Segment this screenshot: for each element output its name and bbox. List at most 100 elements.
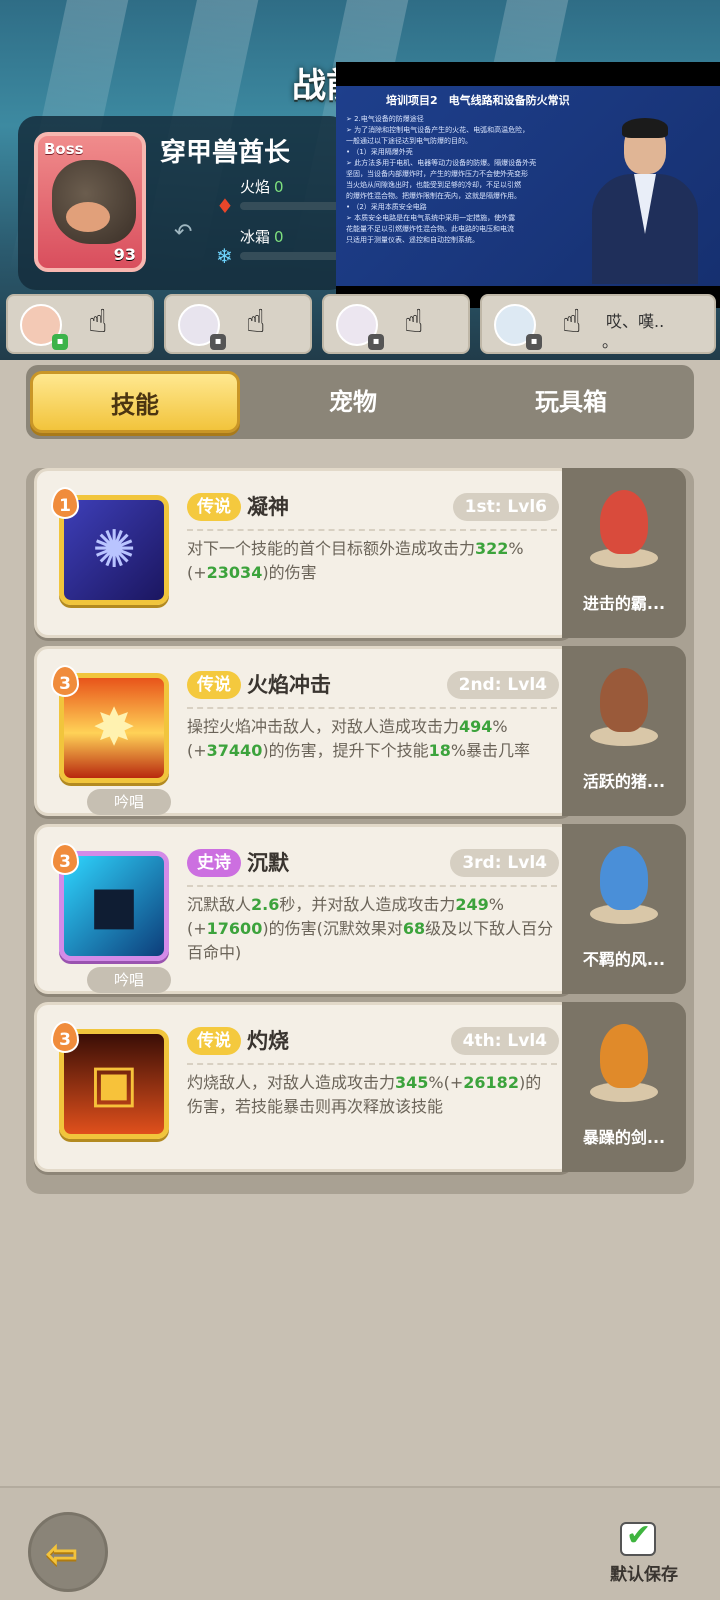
tap-hand-icon: ☝ [404, 302, 424, 340]
skill-description: 操控火焰冲击敌人，对敌人造成攻击力494%(+37440)的伤害，提升下个技能1… [187, 707, 557, 763]
rarity-badge: 传说 [187, 493, 241, 521]
rarity-badge: 史诗 [187, 849, 241, 877]
tab-strip: 技能 宠物 玩具箱 [26, 365, 694, 439]
skill-description: 沉默敌人2.6秒，并对敌人造成攻击力249%(+17600)的伤害(沉默效果对6… [187, 885, 557, 965]
refresh-arrow-icon: ↶ [174, 220, 193, 245]
chat-icon: ▪ [526, 334, 542, 350]
chat-icon: ▪ [210, 334, 226, 350]
video-line: 只适用于测量仪表、遥控和自动控制系统。 [346, 236, 479, 244]
skill-row-2: ✸ 3 吟唱 传说 火焰冲击 2nd: Lvl4 操控火焰冲击敌人，对敌人造成攻… [34, 646, 686, 816]
pet-name: 暴躁的剑... [582, 1128, 666, 1147]
video-title: 培训项目2 电气线路和设备防火常识 [386, 94, 570, 107]
pet-figure [586, 842, 662, 926]
fire-value: 0 [274, 178, 284, 196]
skill-level: 2nd: Lvl4 [446, 671, 559, 699]
rarity-badge: 传说 [187, 671, 241, 699]
skill-name: 火焰冲击 [247, 673, 331, 697]
video-line: 的爆炸性混合物。把爆炸限制在壳内，这就是隔爆作用。 [346, 192, 521, 200]
frost-bar [240, 252, 340, 260]
skill-level: 1st: Lvl6 [452, 493, 559, 521]
back-arrow-icon: ⇦ [45, 1531, 79, 1577]
boss-name: 穿甲兽酋长 [160, 138, 291, 168]
video-line: ➢ 为了消除和控制电气设备产生的火花、电弧和高温危险， [346, 126, 530, 134]
speech-text-2: 。 [602, 332, 619, 351]
presenter-figure [586, 118, 702, 284]
boss-portrait [52, 160, 136, 244]
team-slot-2[interactable]: ▪ ☝ [164, 294, 312, 354]
team-slot-3[interactable]: ▪ ☝ [322, 294, 470, 354]
skill-level: 3rd: Lvl4 [450, 849, 559, 877]
skill-level: 4th: Lvl4 [450, 1027, 559, 1055]
pet-name: 活跃的猪... [582, 772, 666, 791]
pet-slot[interactable]: 进击的霸... [562, 468, 686, 638]
pet-figure [586, 664, 662, 748]
video-line: ➢ 此方法多用于电机、电器等动力设备的防爆。隔爆设备外壳 [346, 159, 537, 167]
fire-label: 火焰 [240, 178, 271, 196]
chat-icon: ▪ [52, 334, 68, 350]
rarity-badge: 传说 [187, 1027, 241, 1055]
boss-badge: Boss [44, 140, 84, 158]
chat-icon: ▪ [368, 334, 384, 350]
default-save-checkbox[interactable]: ✔ [620, 1518, 656, 1556]
skill-name: 沉默 [247, 851, 289, 875]
team-row: ▪ ☝ ▪ ☝ ▪ ☝ ▪ ☝ 哎、嘆.. 。 [0, 288, 720, 354]
team-slot-1[interactable]: ▪ ☝ [6, 294, 154, 354]
team-slot-4[interactable]: ▪ ☝ 哎、嘆.. 。 [480, 294, 716, 354]
slot-number: 3 [51, 843, 79, 875]
back-button[interactable]: ⇦ [28, 1512, 108, 1592]
video-line: 当火焰从间隙逸出时，也能受到足够的冷却，不足以引燃 [346, 181, 521, 189]
skill-card[interactable]: ▣ 3 传说 灼烧 4th: Lvl4 灼烧敌人，对敌人造成攻击力345%(+2… [34, 1002, 574, 1172]
video-lines: ➢ 2.电气设备的防爆途径 ➢ 为了消除和控制电气设备产生的火花、电弧和高温危险，… [346, 114, 576, 246]
skill-row-1: ✺ 1 传说 凝神 1st: Lvl6 对下一个技能的首个目标额外造成攻击力32… [34, 468, 686, 638]
video-screen: 培训项目2 电气线路和设备防火常识 ➢ 2.电气设备的防爆途径 ➢ 为了消除和控制… [336, 86, 720, 286]
fire-icon: ♦ [216, 194, 234, 218]
slot-number: 3 [51, 665, 79, 697]
video-line: • （2）采用本质安全电路 [346, 203, 427, 211]
fire-bar [240, 202, 340, 210]
frost-label: 冰霜 [240, 228, 271, 246]
video-line: ➢ 2.电气设备的防爆途径 [346, 115, 424, 123]
default-save-label: 默认保存 [610, 1565, 678, 1585]
tap-hand-icon: ☝ [88, 302, 108, 340]
chant-tag: 吟唱 [87, 967, 171, 993]
boss-level: 93 [113, 245, 136, 264]
skill-row-3: ■ 3 吟唱 史诗 沉默 3rd: Lvl4 沉默敌人2.6秒，并对敌人造成攻击… [34, 824, 686, 994]
skill-name: 凝神 [247, 495, 289, 519]
skill-description: 灼烧敌人，对敌人造成攻击力345%(+26182)的伤害，若技能暴击则再次释放该… [187, 1063, 557, 1119]
pet-slot[interactable]: 活跃的猪... [562, 646, 686, 816]
boss-panel[interactable]: Boss 93 穿甲兽酋长 ↶ ♦ 火焰 0 ❄ 冰霜 0 [18, 116, 348, 290]
tab-toybox[interactable]: 玩具箱 [466, 371, 676, 433]
video-line: • （1）采用隔爆外壳 [346, 148, 413, 156]
pet-slot[interactable]: 不羁的风... [562, 824, 686, 994]
pet-name: 进击的霸... [582, 594, 666, 613]
frost-value: 0 [274, 228, 284, 246]
video-line: 坚固，当设备内部爆炸时，产生的爆炸压力不会使外壳变形 [346, 170, 528, 178]
tab-pets[interactable]: 宠物 [248, 371, 458, 433]
video-line: 一般通过以下途径达到电气防爆的目的。 [346, 137, 472, 145]
boss-card[interactable]: Boss 93 [34, 132, 146, 272]
video-line: ➢ 本质安全电路是在电气系统中采用一定措施，使外露 [346, 214, 516, 222]
skill-description: 对下一个技能的首个目标额外造成攻击力322%(+23034)的伤害 [187, 529, 557, 585]
skill-card[interactable]: ■ 3 吟唱 史诗 沉默 3rd: Lvl4 沉默敌人2.6秒，并对敌人造成攻击… [34, 824, 574, 994]
skill-card[interactable]: ✸ 3 吟唱 传说 火焰冲击 2nd: Lvl4 操控火焰冲击敌人，对敌人造成攻… [34, 646, 574, 816]
skill-card[interactable]: ✺ 1 传说 凝神 1st: Lvl6 对下一个技能的首个目标额外造成攻击力32… [34, 468, 574, 638]
tap-hand-icon: ☝ [246, 302, 266, 340]
pet-slot[interactable]: 暴躁的剑... [562, 1002, 686, 1172]
pet-name: 不羁的风... [582, 950, 666, 969]
bottom-bar: ⇦ ✔ 默认保存 [0, 1486, 720, 1600]
tap-hand-icon: ☝ [562, 302, 582, 340]
video-overlay[interactable]: 培训项目2 电气线路和设备防火常识 ➢ 2.电气设备的防爆途径 ➢ 为了消除和控制… [336, 62, 720, 308]
slot-number: 1 [51, 487, 79, 519]
chant-tag: 吟唱 [87, 789, 171, 815]
snowflake-icon: ❄ [216, 244, 233, 268]
video-line: 花能量不足以引燃爆炸性混合物。此电路的电压和电流 [346, 225, 514, 233]
tab-skills[interactable]: 技能 [30, 371, 240, 433]
skill-row-4: ▣ 3 传说 灼烧 4th: Lvl4 灼烧敌人，对敌人造成攻击力345%(+2… [34, 1002, 686, 1172]
slot-number: 3 [51, 1021, 79, 1053]
skill-list: ✺ 1 传说 凝神 1st: Lvl6 对下一个技能的首个目标额外造成攻击力32… [26, 468, 694, 1194]
skill-name: 灼烧 [247, 1029, 289, 1053]
pet-figure [586, 486, 662, 570]
pet-figure [586, 1020, 662, 1104]
checkmark-icon: ✔ [626, 1518, 652, 1553]
battle-scene: 战前 Boss 93 穿甲兽酋长 ↶ ♦ 火焰 0 ❄ 冰霜 0 培训项目2 电气线… [0, 0, 720, 360]
